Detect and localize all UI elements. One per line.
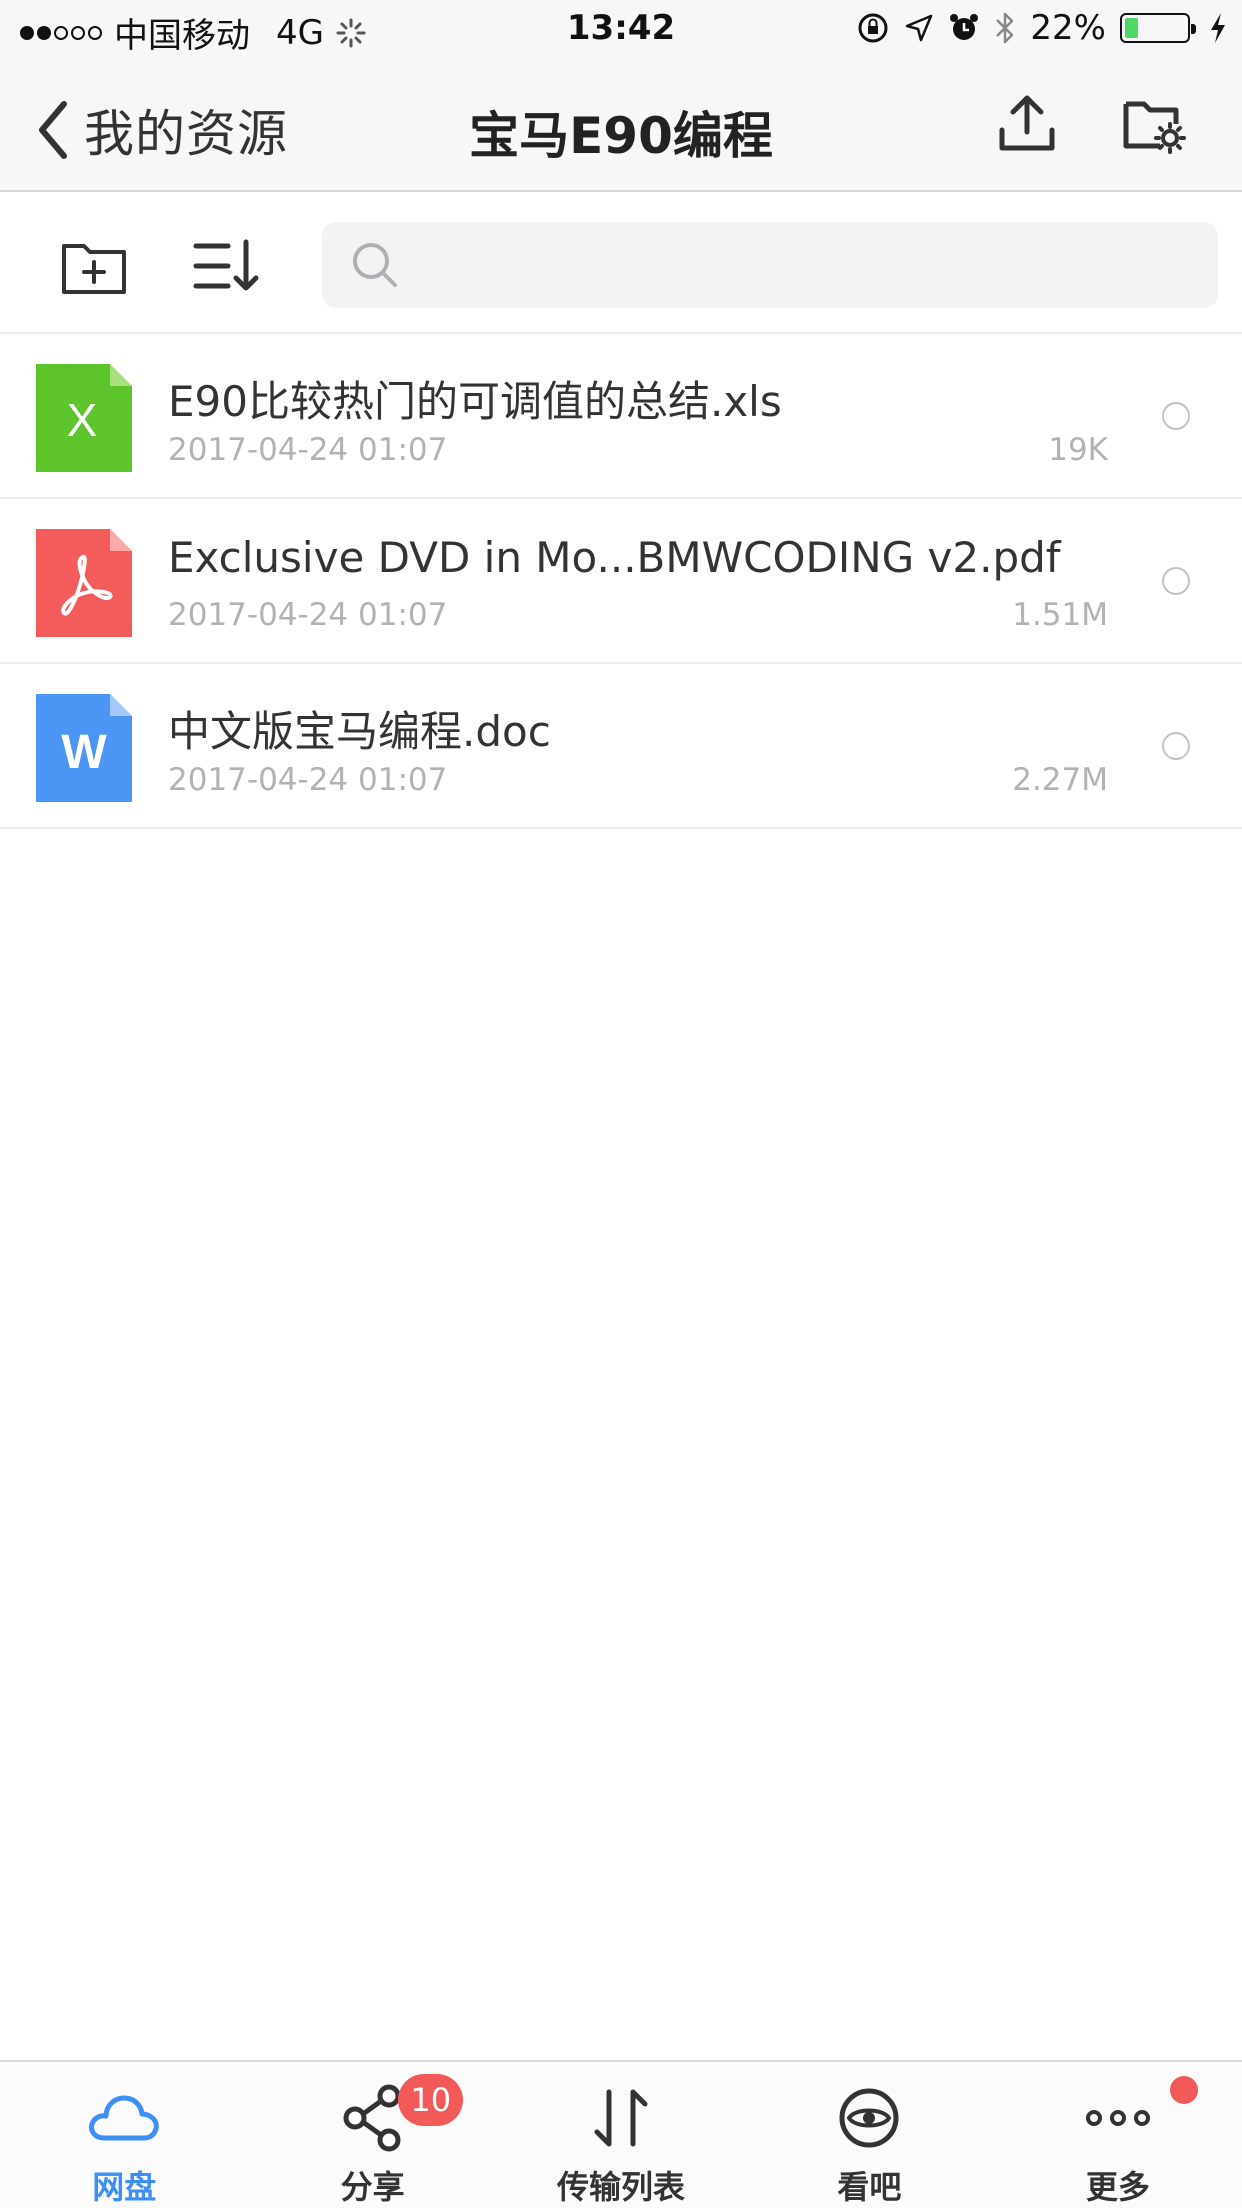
select-checkbox[interactable] bbox=[1162, 402, 1190, 430]
tab-label: 分享 bbox=[340, 2168, 405, 2206]
pdf-file-icon bbox=[36, 529, 132, 637]
search-box[interactable] bbox=[322, 222, 1218, 308]
select-checkbox[interactable] bbox=[1162, 732, 1190, 760]
tab-label: 看吧 bbox=[837, 2168, 902, 2206]
tab-more[interactable]: 更多 bbox=[994, 2062, 1242, 2208]
bluetooth-icon bbox=[996, 12, 1014, 44]
tab-share[interactable]: 10 分享 bbox=[248, 2062, 496, 2208]
tab-label: 网盘 bbox=[92, 2168, 157, 2206]
file-size: 1.51M bbox=[1012, 597, 1108, 633]
nav-actions bbox=[994, 90, 1186, 156]
file-list: X E90比较热门的可调值的总结.xls 2017-04-24 01:07 19… bbox=[0, 334, 1242, 829]
search-input[interactable] bbox=[402, 222, 1218, 308]
word-file-icon: W bbox=[36, 694, 132, 802]
alarm-icon bbox=[950, 14, 979, 40]
file-date: 2017-04-24 01:07 bbox=[168, 597, 448, 633]
search-icon bbox=[353, 243, 397, 287]
cloud-icon bbox=[89, 2095, 159, 2141]
tab-watch[interactable]: 看吧 bbox=[745, 2062, 993, 2208]
more-icon bbox=[1085, 2110, 1150, 2126]
navigation-bar: 我的资源 宝马E90编程 bbox=[0, 60, 1242, 192]
file-name: Exclusive DVD in Mo...BMWCODING v2.pdf bbox=[168, 533, 1061, 582]
file-size: 19K bbox=[1048, 432, 1108, 468]
tab-label: 传输列表 bbox=[557, 2168, 686, 2206]
share-badge: 10 bbox=[398, 2074, 464, 2126]
tab-bar: 网盘 10 分享 传输列表 看吧 更多 bbox=[0, 2060, 1242, 2208]
upload-icon[interactable] bbox=[994, 90, 1060, 156]
tab-label: 更多 bbox=[1085, 2168, 1150, 2206]
file-row[interactable]: X E90比较热门的可调值的总结.xls 2017-04-24 01:07 19… bbox=[0, 334, 1242, 499]
file-name: E90比较热门的可调值的总结.xls bbox=[168, 377, 782, 426]
status-right: 22% bbox=[856, 8, 1228, 48]
status-bar: 中国移动 4G 13:42 22% bbox=[0, 0, 1242, 60]
file-icon-letter: X bbox=[67, 394, 98, 446]
toolbar bbox=[0, 192, 1242, 334]
back-button[interactable]: 我的资源 bbox=[34, 94, 288, 166]
file-date: 2017-04-24 01:07 bbox=[168, 762, 448, 798]
orientation-lock-icon bbox=[858, 13, 888, 43]
folder-settings-icon[interactable] bbox=[1120, 90, 1186, 156]
notification-dot bbox=[1169, 2076, 1198, 2104]
file-row[interactable]: W 中文版宝马编程.doc 2017-04-24 01:07 2.27M bbox=[0, 664, 1242, 829]
eye-icon bbox=[839, 2088, 899, 2148]
transfer-icon bbox=[594, 2089, 648, 2147]
tab-transfer-list[interactable]: 传输列表 bbox=[497, 2062, 745, 2208]
tab-netdisk[interactable]: 网盘 bbox=[0, 2062, 248, 2208]
file-name: 中文版宝马编程.doc bbox=[168, 707, 551, 756]
battery-percent: 22% bbox=[1030, 8, 1106, 48]
file-icon-letter: W bbox=[61, 726, 107, 779]
charging-icon bbox=[1211, 13, 1225, 43]
file-date: 2017-04-24 01:07 bbox=[168, 432, 448, 468]
battery-icon bbox=[1120, 13, 1196, 43]
file-size: 2.27M bbox=[1012, 762, 1108, 798]
sort-icon[interactable] bbox=[192, 230, 264, 302]
location-icon bbox=[906, 14, 933, 42]
back-label: 我的资源 bbox=[84, 105, 288, 163]
battery-fill bbox=[1125, 18, 1139, 38]
chevron-left-icon bbox=[39, 101, 67, 159]
file-row[interactable]: Exclusive DVD in Mo...BMWCODING v2.pdf 2… bbox=[0, 499, 1242, 664]
select-checkbox[interactable] bbox=[1162, 567, 1190, 595]
excel-file-icon: X bbox=[36, 364, 132, 472]
new-folder-icon[interactable] bbox=[58, 230, 130, 302]
